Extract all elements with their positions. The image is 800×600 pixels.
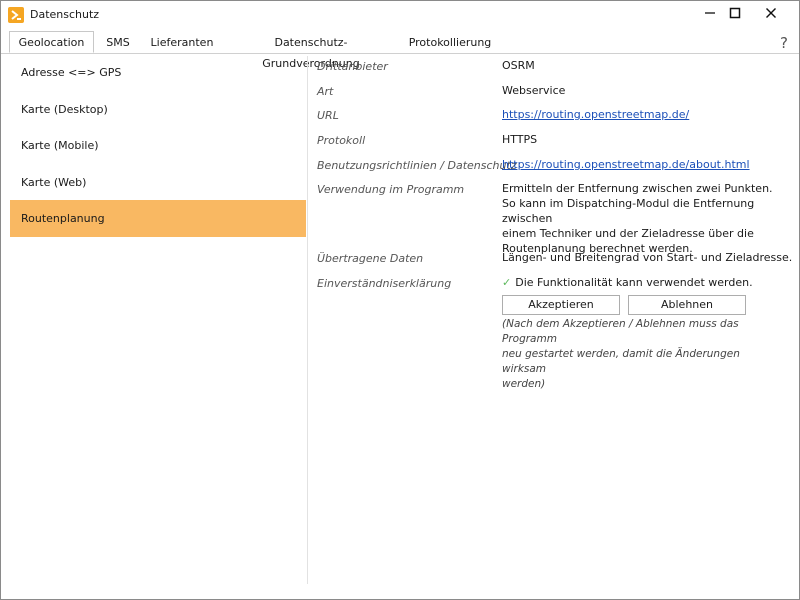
tab-lieferanten[interactable]: Lieferanten <box>147 32 217 53</box>
arrow-right-icon <box>8 7 24 23</box>
panel-divider <box>307 56 308 584</box>
value-daten: Längen- und Breitengrad von Start- und Z… <box>502 251 793 264</box>
sidebar-item-routenplanung[interactable]: Routenplanung <box>10 200 306 237</box>
sidebar-item-karte-mobile[interactable]: Karte (Mobile) <box>10 127 306 164</box>
note-line: werden) <box>502 378 546 390</box>
label-daten: Übertragene Daten <box>317 252 424 265</box>
value-drittanbieter: OSRM <box>502 59 535 72</box>
close-icon <box>766 8 776 18</box>
label-url: URL <box>317 109 339 122</box>
richtlinien-link[interactable]: https://routing.openstreetmap.de/about.h… <box>502 157 750 172</box>
value-einverstaendnis: ✓ Die Funktionalität kann verwendet werde… <box>502 275 753 290</box>
tab-bar: Geolocation SMS Lieferanten Datenschutz-… <box>1 31 799 70</box>
tab-datenschutz-grundverordnung[interactable]: Datenschutz-Grundverordnung <box>227 32 395 70</box>
tab-protokollierung[interactable]: Protokollierung <box>405 32 495 53</box>
question-icon[interactable]: ? <box>777 34 791 52</box>
note-line: neu gestartet werden, damit die Änderung… <box>502 348 740 375</box>
accept-button[interactable]: Akzeptieren <box>502 295 620 315</box>
label-protokoll: Protokoll <box>317 134 366 147</box>
sidebar: Adresse <=> GPS Karte (Desktop) Karte (M… <box>10 54 306 584</box>
maximize-icon <box>729 7 741 19</box>
window-title: Datenschutz <box>30 8 100 21</box>
consent-status: Die Funktionalität kann verwendet werden… <box>515 276 753 289</box>
sidebar-item-karte-desktop[interactable]: Karte (Desktop) <box>10 91 306 128</box>
label-verwendung: Verwendung im Programm <box>317 183 465 196</box>
label-einverstaendnis: Einverständniserklärung <box>317 277 452 290</box>
label-richtlinien: Benutzungsrichtlinien / Datenschutz <box>317 159 517 172</box>
maximize-button[interactable] <box>723 5 747 23</box>
tab-geolocation[interactable]: Geolocation <box>9 31 94 53</box>
verwendung-line: So kann im Dispatching-Modul die Entfern… <box>502 197 755 225</box>
minimize-button[interactable] <box>698 5 722 23</box>
label-art: Art <box>317 85 334 98</box>
title-bar: Datenschutz <box>1 1 799 29</box>
sidebar-item-karte-web[interactable]: Karte (Web) <box>10 164 306 201</box>
sidebar-item-adresse-gps[interactable]: Adresse <=> GPS <box>10 54 306 91</box>
value-protokoll: HTTPS <box>502 133 538 146</box>
verwendung-line: Ermitteln der Entfernung zwischen zwei P… <box>502 182 773 195</box>
privacy-window: Datenschutz Geolocation SMS Lieferanten … <box>0 0 800 600</box>
value-art: Webservice <box>502 84 566 97</box>
value-verwendung: Ermitteln der Entfernung zwischen zwei P… <box>502 181 799 256</box>
close-button[interactable] <box>759 5 783 23</box>
minimize-icon <box>705 12 715 14</box>
note-line: (Nach dem Akzeptieren / Ablehnen muss da… <box>502 318 739 345</box>
checkmark-icon: ✓ <box>502 276 512 289</box>
verwendung-line: einem Techniker und der Zieladresse über… <box>502 227 754 240</box>
tab-sms[interactable]: SMS <box>100 32 136 53</box>
label-drittanbieter: Drittanbieter <box>317 60 388 73</box>
decline-button[interactable]: Ablehnen <box>628 295 746 315</box>
url-link[interactable]: https://routing.openstreetmap.de/ <box>502 107 689 122</box>
restart-note: (Nach dem Akzeptieren / Ablehnen muss da… <box>502 317 787 392</box>
